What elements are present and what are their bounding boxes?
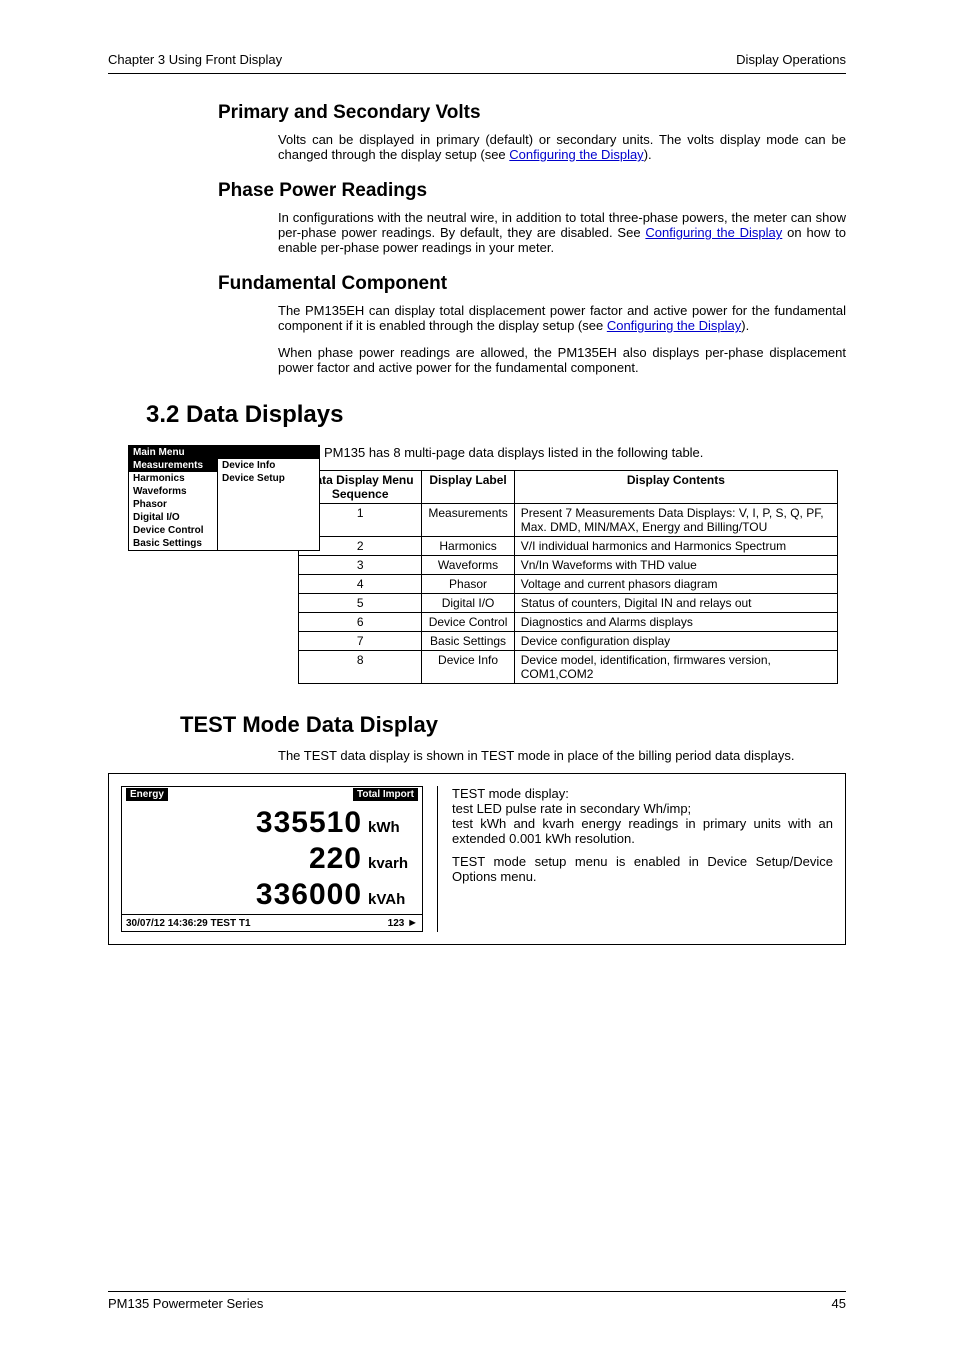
heading-phase-power-readings: Phase Power Readings: [218, 180, 846, 202]
footer-left: PM135 Powermeter Series: [108, 1296, 263, 1311]
page-footer: PM135 Powermeter Series 45: [108, 1291, 846, 1311]
table-row: 7Basic SettingsDevice configuration disp…: [299, 632, 838, 651]
table-row: 3WaveformsVn/In Waveforms with THD value: [299, 556, 838, 575]
menu-item-basic-settings: Basic Settings: [129, 537, 217, 550]
link-configuring-display-1[interactable]: Configuring the Display: [509, 147, 643, 162]
th-contents: Display Contents: [514, 471, 837, 504]
lcd-footer-right: 123: [388, 918, 405, 929]
menu-item-digital-io: Digital I/O: [129, 511, 217, 524]
table-row: 8Device InfoDevice model, identification…: [299, 651, 838, 684]
table-row: 5Digital I/OStatus of counters, Digital …: [299, 594, 838, 613]
lcd-reading-line: 335510kWh: [256, 806, 412, 840]
lcd-header-left: Energy: [126, 788, 168, 801]
data-displays-table: Data Display Menu Sequence Display Label…: [298, 470, 838, 684]
running-header: Chapter 3 Using Front Display Display Op…: [108, 52, 846, 74]
data-displays-intro: The PM135 has 8 multi-page data displays…: [298, 445, 846, 460]
test-mode-panel: Energy Total Import 335510kWh220kvarh336…: [108, 773, 846, 945]
table-row: 6Device ControlDiagnostics and Alarms di…: [299, 613, 838, 632]
menu-item-device-control: Device Control: [129, 524, 217, 537]
main-menu-screenshot: Main Menu Measurements Harmonics Wavefor…: [128, 445, 320, 551]
test-mode-description: TEST mode display: test LED pulse rate i…: [437, 786, 833, 932]
body-fundamental-component-p2: When phase power readings are allowed, t…: [278, 345, 846, 375]
lcd-reading-line: 336000kVAh: [256, 878, 412, 912]
menu-title: Main Menu: [129, 446, 319, 459]
bell-icon: ►: [407, 917, 418, 929]
menu-item-waveforms: Waveforms: [129, 485, 217, 498]
heading-fundamental-component: Fundamental Component: [218, 273, 846, 295]
heading-3-2-data-displays: 3.2 Data Displays: [146, 401, 846, 429]
body-fundamental-component-p1: The PM135EH can display total displaceme…: [278, 303, 846, 333]
test-mode-intro: The TEST data display is shown in TEST m…: [278, 748, 846, 763]
footer-page-number: 45: [832, 1296, 846, 1311]
body-phase-power-readings: In configurations with the neutral wire,…: [278, 210, 846, 255]
menu-item-device-setup: Device Setup: [218, 472, 319, 485]
link-configuring-display-3[interactable]: Configuring the Display: [607, 318, 741, 333]
link-configuring-display-2[interactable]: Configuring the Display: [645, 225, 782, 240]
lcd-screenshot: Energy Total Import 335510kWh220kvarh336…: [121, 786, 423, 932]
heading-primary-secondary-volts: Primary and Secondary Volts: [218, 102, 846, 124]
lcd-header-right: Total Import: [353, 788, 418, 801]
table-row: 1MeasurementsPresent 7 Measurements Data…: [299, 504, 838, 537]
th-label: Display Label: [422, 471, 514, 504]
menu-item-device-info: Device Info: [218, 459, 319, 472]
menu-item-measurements: Measurements: [129, 459, 217, 472]
menu-item-harmonics: Harmonics: [129, 472, 217, 485]
header-left: Chapter 3 Using Front Display: [108, 52, 282, 67]
heading-test-mode-data-display: TEST Mode Data Display: [180, 712, 846, 738]
lcd-footer-left: 30/07/12 14:36:29 TEST T1: [126, 918, 251, 929]
table-row: 4PhasorVoltage and current phasors diagr…: [299, 575, 838, 594]
header-right: Display Operations: [736, 52, 846, 67]
lcd-reading-line: 220kvarh: [309, 842, 412, 876]
menu-item-phasor: Phasor: [129, 498, 217, 511]
body-primary-secondary-volts: Volts can be displayed in primary (defau…: [278, 132, 846, 162]
table-row: 2HarmonicsV/I individual harmonics and H…: [299, 537, 838, 556]
